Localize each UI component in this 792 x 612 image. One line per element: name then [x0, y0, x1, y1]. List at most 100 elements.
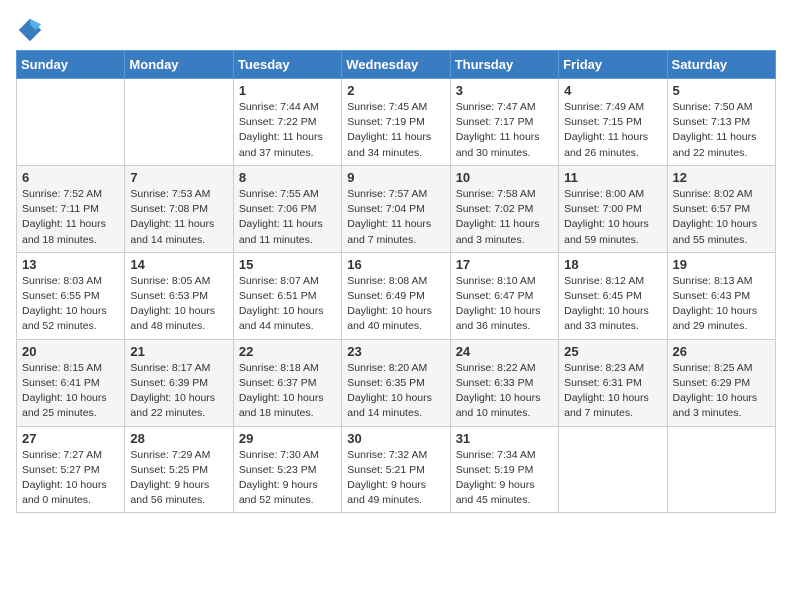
- day-info: Sunrise: 7:55 AMSunset: 7:06 PMDaylight:…: [239, 187, 336, 248]
- day-info: Sunrise: 8:03 AMSunset: 6:55 PMDaylight:…: [22, 274, 119, 335]
- day-info: Sunrise: 8:07 AMSunset: 6:51 PMDaylight:…: [239, 274, 336, 335]
- day-info: Sunrise: 8:22 AMSunset: 6:33 PMDaylight:…: [456, 361, 553, 422]
- logo-icon: [16, 16, 44, 44]
- day-info: Sunrise: 8:20 AMSunset: 6:35 PMDaylight:…: [347, 361, 444, 422]
- calendar-cell: 31 Sunrise: 7:34 AMSunset: 5:19 PMDayligh…: [450, 426, 558, 513]
- day-header-sunday: Sunday: [17, 51, 125, 79]
- calendar-cell: 1 Sunrise: 7:44 AMSunset: 7:22 PMDaylight…: [233, 79, 341, 166]
- day-number: 3: [456, 83, 553, 98]
- calendar-cell: 13 Sunrise: 8:03 AMSunset: 6:55 PMDayligh…: [17, 252, 125, 339]
- calendar-cell: 17 Sunrise: 8:10 AMSunset: 6:47 PMDayligh…: [450, 252, 558, 339]
- calendar-cell: 24 Sunrise: 8:22 AMSunset: 6:33 PMDayligh…: [450, 339, 558, 426]
- day-info: Sunrise: 8:25 AMSunset: 6:29 PMDaylight:…: [673, 361, 770, 422]
- day-info: Sunrise: 8:17 AMSunset: 6:39 PMDaylight:…: [130, 361, 227, 422]
- calendar-cell: 5 Sunrise: 7:50 AMSunset: 7:13 PMDaylight…: [667, 79, 775, 166]
- day-number: 22: [239, 344, 336, 359]
- day-info: Sunrise: 8:23 AMSunset: 6:31 PMDaylight:…: [564, 361, 661, 422]
- calendar-week-1: 1 Sunrise: 7:44 AMSunset: 7:22 PMDaylight…: [17, 79, 776, 166]
- day-info: Sunrise: 7:52 AMSunset: 7:11 PMDaylight:…: [22, 187, 119, 248]
- calendar-cell: [17, 79, 125, 166]
- day-info: Sunrise: 8:13 AMSunset: 6:43 PMDaylight:…: [673, 274, 770, 335]
- day-info: Sunrise: 7:47 AMSunset: 7:17 PMDaylight:…: [456, 100, 553, 161]
- day-header-monday: Monday: [125, 51, 233, 79]
- day-info: Sunrise: 7:50 AMSunset: 7:13 PMDaylight:…: [673, 100, 770, 161]
- day-number: 27: [22, 431, 119, 446]
- day-header-thursday: Thursday: [450, 51, 558, 79]
- calendar-cell: [125, 79, 233, 166]
- calendar-cell: 6Sunrise: 7:52 AMSunset: 7:11 PMDaylight…: [17, 165, 125, 252]
- calendar-cell: 26 Sunrise: 8:25 AMSunset: 6:29 PMDayligh…: [667, 339, 775, 426]
- calendar-cell: [559, 426, 667, 513]
- day-number: 13: [22, 257, 119, 272]
- day-number: 19: [673, 257, 770, 272]
- day-info: Sunrise: 8:00 AMSunset: 7:00 PMDaylight:…: [564, 187, 661, 248]
- calendar-cell: 29Sunrise: 7:30 AMSunset: 5:23 PMDayligh…: [233, 426, 341, 513]
- calendar-cell: 30 Sunrise: 7:32 AMSunset: 5:21 PMDayligh…: [342, 426, 450, 513]
- day-number: 7: [130, 170, 227, 185]
- calendar-cell: 18Sunrise: 8:12 AMSunset: 6:45 PMDayligh…: [559, 252, 667, 339]
- day-number: 14: [130, 257, 227, 272]
- logo: [16, 16, 48, 44]
- day-number: 5: [673, 83, 770, 98]
- day-number: 15: [239, 257, 336, 272]
- day-number: 24: [456, 344, 553, 359]
- day-number: 23: [347, 344, 444, 359]
- day-number: 18: [564, 257, 661, 272]
- day-info: Sunrise: 7:32 AMSunset: 5:21 PMDaylight:…: [347, 448, 444, 509]
- calendar-cell: 23 Sunrise: 8:20 AMSunset: 6:35 PMDayligh…: [342, 339, 450, 426]
- day-number: 21: [130, 344, 227, 359]
- calendar-cell: 22 Sunrise: 8:18 AMSunset: 6:37 PMDayligh…: [233, 339, 341, 426]
- day-info: Sunrise: 7:53 AMSunset: 7:08 PMDaylight:…: [130, 187, 227, 248]
- day-info: Sunrise: 7:29 AMSunset: 5:25 PMDaylight:…: [130, 448, 227, 509]
- day-number: 28: [130, 431, 227, 446]
- day-header-saturday: Saturday: [667, 51, 775, 79]
- calendar-cell: 27 Sunrise: 7:27 AMSunset: 5:27 PMDayligh…: [17, 426, 125, 513]
- day-number: 30: [347, 431, 444, 446]
- day-number: 16: [347, 257, 444, 272]
- calendar-week-5: 27 Sunrise: 7:27 AMSunset: 5:27 PMDayligh…: [17, 426, 776, 513]
- day-number: 1: [239, 83, 336, 98]
- day-info: Sunrise: 8:15 AMSunset: 6:41 PMDaylight:…: [22, 361, 119, 422]
- day-header-tuesday: Tuesday: [233, 51, 341, 79]
- day-number: 4: [564, 83, 661, 98]
- day-number: 11: [564, 170, 661, 185]
- day-info: Sunrise: 7:58 AMSunset: 7:02 PMDaylight:…: [456, 187, 553, 248]
- calendar-cell: 21 Sunrise: 8:17 AMSunset: 6:39 PMDayligh…: [125, 339, 233, 426]
- day-info: Sunrise: 7:57 AMSunset: 7:04 PMDaylight:…: [347, 187, 444, 248]
- calendar-week-2: 6Sunrise: 7:52 AMSunset: 7:11 PMDaylight…: [17, 165, 776, 252]
- day-number: 2: [347, 83, 444, 98]
- day-header-friday: Friday: [559, 51, 667, 79]
- calendar-table: SundayMondayTuesdayWednesdayThursdayFrid…: [16, 50, 776, 513]
- calendar-cell: 28 Sunrise: 7:29 AMSunset: 5:25 PMDayligh…: [125, 426, 233, 513]
- calendar-cell: 4 Sunrise: 7:49 AMSunset: 7:15 PMDaylight…: [559, 79, 667, 166]
- day-info: Sunrise: 7:49 AMSunset: 7:15 PMDaylight:…: [564, 100, 661, 161]
- day-info: Sunrise: 7:27 AMSunset: 5:27 PMDaylight:…: [22, 448, 119, 509]
- day-info: Sunrise: 8:02 AMSunset: 6:57 PMDaylight:…: [673, 187, 770, 248]
- calendar-cell: 14Sunrise: 8:05 AMSunset: 6:53 PMDayligh…: [125, 252, 233, 339]
- calendar-cell: [667, 426, 775, 513]
- calendar-cell: 12 Sunrise: 8:02 AMSunset: 6:57 PMDayligh…: [667, 165, 775, 252]
- calendar-week-3: 13 Sunrise: 8:03 AMSunset: 6:55 PMDayligh…: [17, 252, 776, 339]
- calendar-cell: 10Sunrise: 7:58 AMSunset: 7:02 PMDayligh…: [450, 165, 558, 252]
- day-number: 9: [347, 170, 444, 185]
- day-number: 25: [564, 344, 661, 359]
- day-number: 26: [673, 344, 770, 359]
- day-info: Sunrise: 8:08 AMSunset: 6:49 PMDaylight:…: [347, 274, 444, 335]
- calendar-cell: 8 Sunrise: 7:55 AMSunset: 7:06 PMDaylight…: [233, 165, 341, 252]
- day-number: 17: [456, 257, 553, 272]
- calendar-cell: 3 Sunrise: 7:47 AMSunset: 7:17 PMDaylight…: [450, 79, 558, 166]
- calendar-cell: 16 Sunrise: 8:08 AMSunset: 6:49 PMDayligh…: [342, 252, 450, 339]
- page-header: [16, 16, 776, 44]
- day-info: Sunrise: 7:44 AMSunset: 7:22 PMDaylight:…: [239, 100, 336, 161]
- day-info: Sunrise: 7:45 AMSunset: 7:19 PMDaylight:…: [347, 100, 444, 161]
- calendar-cell: 20Sunrise: 8:15 AMSunset: 6:41 PMDayligh…: [17, 339, 125, 426]
- day-info: Sunrise: 7:34 AMSunset: 5:19 PMDaylight:…: [456, 448, 553, 509]
- calendar-header-row: SundayMondayTuesdayWednesdayThursdayFrid…: [17, 51, 776, 79]
- day-number: 8: [239, 170, 336, 185]
- day-header-wednesday: Wednesday: [342, 51, 450, 79]
- day-number: 12: [673, 170, 770, 185]
- day-info: Sunrise: 8:18 AMSunset: 6:37 PMDaylight:…: [239, 361, 336, 422]
- calendar-cell: 2 Sunrise: 7:45 AMSunset: 7:19 PMDaylight…: [342, 79, 450, 166]
- day-number: 31: [456, 431, 553, 446]
- day-info: Sunrise: 8:10 AMSunset: 6:47 PMDaylight:…: [456, 274, 553, 335]
